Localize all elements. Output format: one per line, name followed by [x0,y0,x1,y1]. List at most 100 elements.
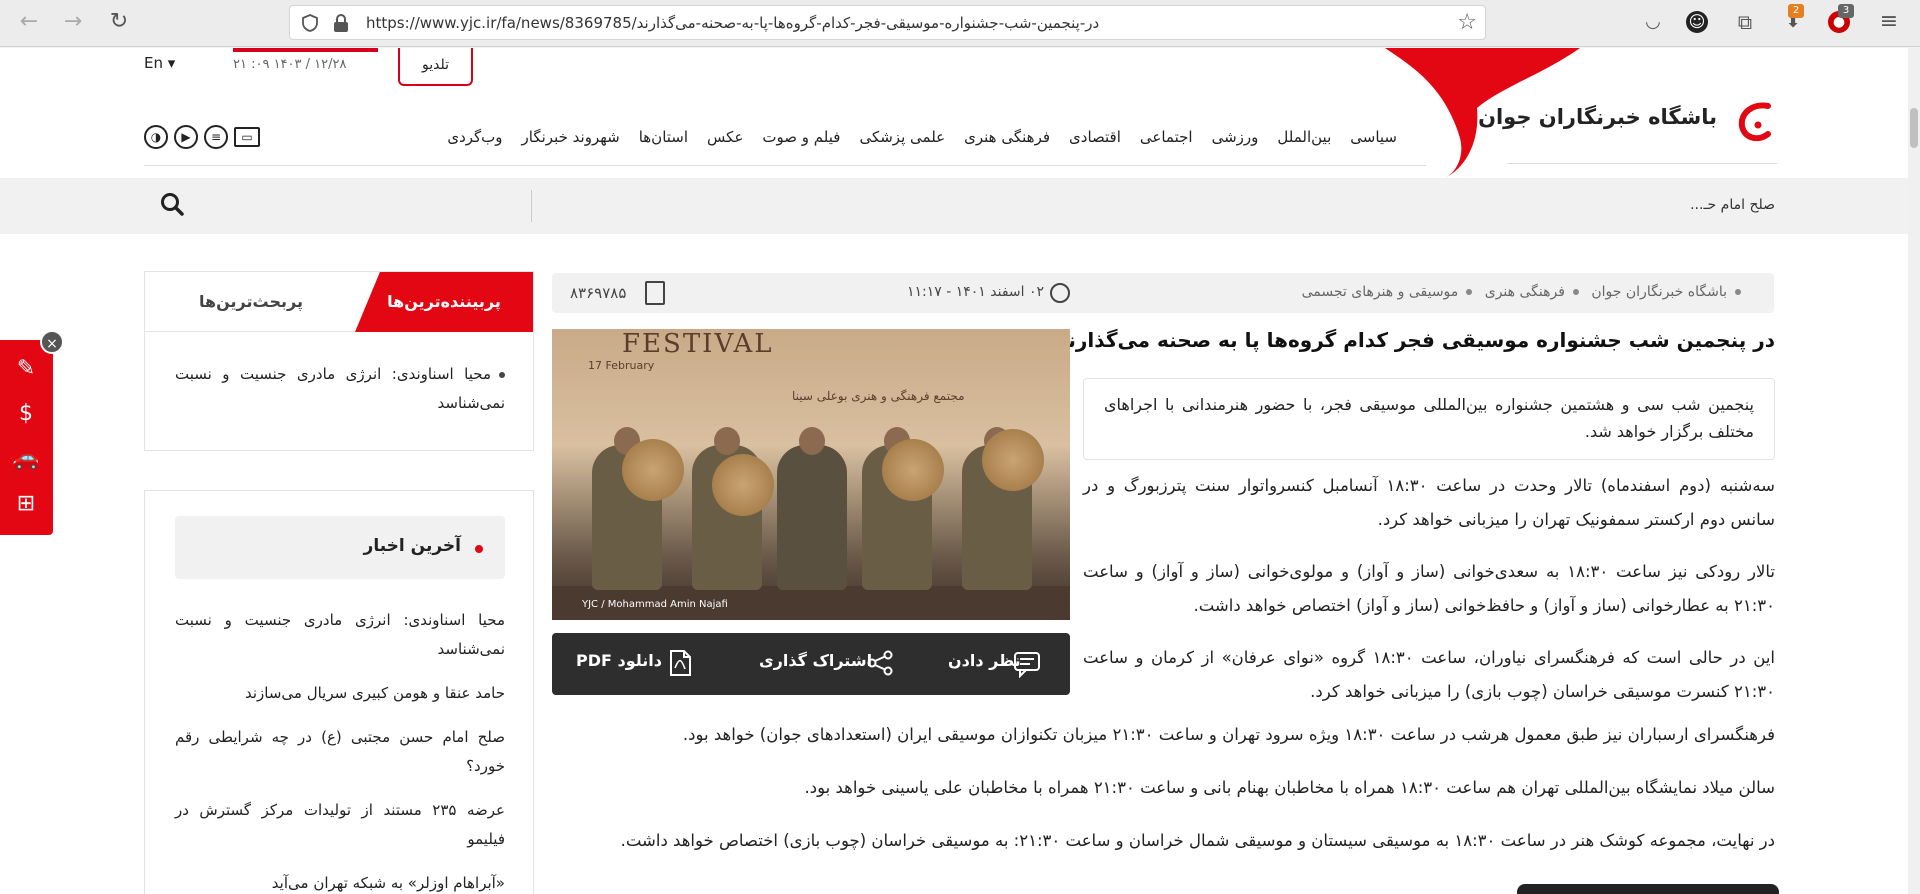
article-lead: پنجمین شب سی و هشتمین جشنواره بین‌المللی… [1083,378,1775,460]
pen-icon[interactable]: ✎ [12,355,40,383]
breadcrumb-item[interactable]: باشگاه خبرنگاران جوان [1591,284,1727,300]
photo-date-text: 17 February [588,359,655,372]
nav-item[interactable]: شهروند خبرنگار [522,128,620,146]
nav-item[interactable]: وب‌گردی [447,128,502,146]
article-paragraph: فرهنگسرای ارسباران نیز طبق معمول هرشب در… [682,725,1775,744]
nav-item[interactable]: علمی پزشکی [859,128,945,146]
back-icon[interactable]: ← [16,9,42,35]
menu-list-icon[interactable]: ≡ [204,125,228,149]
document-icon [645,281,665,305]
floating-bottom-button[interactable] [1517,884,1779,894]
search-icon[interactable] [159,191,185,217]
list-item[interactable]: عرضه ۲۳۵ مستند از تولیدات مرکز گسترش در … [175,796,505,854]
play-icon[interactable]: ▶ [174,125,198,149]
main-nav: وب‌گردی شهروند خبرنگار استان‌ها عکس فیلم… [428,128,1397,146]
lock-icon[interactable] [332,13,350,33]
tab-most-discussed[interactable]: پربحث‌ترین‌ها [145,272,357,332]
teledio-tab[interactable]: تلدیو [398,48,473,86]
date-strip [233,48,378,52]
shield-icon[interactable] [300,13,320,33]
bookmark-star-icon[interactable]: ☆ [1457,10,1477,35]
reload-icon[interactable]: ↻ [106,9,132,35]
nav-item[interactable]: فیلم و صوت [762,128,840,146]
photo-festival-text: FESTIVAL [622,329,774,359]
url-text[interactable]: https://www.yjc.ir/fa/news/8369785/در-پن… [366,14,1099,32]
logo-underline [1507,163,1777,164]
article-action-bar: نظر دادن اشتراک گذاری دانلود PDF [552,633,1070,695]
bullet [499,371,505,378]
extension-avatar-icon[interactable]: ☺ [1686,11,1708,33]
pdf-download-button[interactable]: دانلود PDF [576,651,662,670]
extension-badge-2: 3 [1838,4,1854,18]
news-ticker[interactable]: صلح امام حـ... [1690,197,1775,213]
breadcrumb-item[interactable]: موسیقی و هنرهای تجسمی [1302,284,1459,300]
list-item[interactable]: صلح امام حسن مجتبی (ع) در چه شرایطی رقم … [175,723,505,781]
clock-icon [1050,283,1070,303]
pdf-icon[interactable] [665,648,695,678]
hamburger-menu-icon[interactable]: ≡ [1876,9,1902,35]
current-datetime: ۲۱ :۰۹ ۱۴۰۳ / ۱۲/۲۸ [233,57,347,72]
header-icon-group: ◑ ▶ ≡ ▭ [144,125,260,149]
article-meta-bar: باشگاه خبرنگاران جوان فرهنگی هنری موسیقی… [552,273,1774,313]
list-item[interactable]: محیا اسناوندی: انرژی مادری جنسیت و نسبت … [175,360,505,418]
latest-news-box: آخرین اخبار محیا اسناوندی: انرژی مادری ج… [144,490,534,894]
nav-item[interactable]: بین‌الملل [1277,128,1331,146]
extensions-puzzle-icon[interactable]: ⧉ [1732,9,1758,35]
floating-toolbar: ✎ $ 🚗 ⊞ [0,340,53,535]
pocket-icon[interactable]: ◡ [1640,9,1666,35]
list-item-text[interactable]: محیا اسناوندی: انرژی مادری جنسیت و نسبت … [175,365,505,412]
page-scrollbar[interactable] [1908,48,1920,894]
share-button[interactable]: اشتراک گذاری [759,651,872,670]
news-id: ۸۳۶۹۷۸۵ [570,284,627,302]
article-photo[interactable]: FESTIVAL 17 February مجتمع فرهنگی و هنری… [552,329,1070,620]
latest-news-list: محیا اسناوندی: انرژی مادری جنسیت و نسبت … [175,606,505,894]
article-title: در پنجمین شب جشنواره موسیقی فجر کدام گرو… [1045,328,1775,352]
photo-drum [622,439,684,501]
article-paragraph: سه‌شنبه (دوم اسفندماه) تالار وحدت در ساع… [1083,476,1775,529]
nav-item[interactable]: استان‌ها [639,128,688,146]
list-item[interactable]: محیا اسناوندی: انرژی مادری جنسیت و نسبت … [175,606,505,664]
forward-icon[interactable]: → [60,9,86,35]
nav-item[interactable]: ورزشی [1212,128,1259,146]
language-switch[interactable]: En ▾ [144,54,175,72]
nav-item[interactable]: فرهنگی هنری [964,128,1050,146]
most-viewed-box: پربحث‌ترین‌ها پربیننده‌ترین‌ها محیا اسنا… [144,271,534,451]
photo-drum [712,454,774,516]
site-header: باشگاه خبرنگاران جوان En ▾ ۲۱ :۰۹ ۱۴۰۳ /… [0,48,1920,178]
logo-mark-icon[interactable] [1728,98,1778,148]
tab-most-viewed[interactable]: پربیننده‌ترین‌ها [355,272,533,332]
nav-item[interactable]: عکس [707,128,743,146]
latest-news-title: آخرین اخبار [363,536,461,556]
site-name[interactable]: باشگاه خبرنگاران جوان [1478,105,1717,129]
article-paragraph: در نهایت، مجموعه کوشک هنر در ساعت ۱۸:۳۰ … [620,831,1775,850]
ticker-bar: صلح امام حـ... [0,178,1920,234]
nav-item[interactable]: اقتصادی [1069,128,1121,146]
ticker-separator [531,190,532,222]
breadcrumb: باشگاه خبرنگاران جوان فرهنگی هنری موسیقی… [1302,284,1749,300]
tv-icon[interactable]: ▭ [234,127,260,147]
car-icon[interactable]: 🚗 [12,445,40,473]
article-paragraph: سالن میلاد نمایشگاه بین‌المللی تهران هم … [804,778,1775,797]
extension-badge: 2 [1788,4,1804,18]
gallery-icon[interactable]: ◑ [144,125,168,149]
nav-divider [144,165,1426,166]
money-bag-icon[interactable]: $ [12,400,40,428]
breadcrumb-item[interactable]: فرهنگی هنری [1485,284,1565,300]
list-item[interactable]: حامد عنقا و هومن کبیری سریال می‌سازند [175,679,505,708]
nav-item[interactable]: سیاسی [1350,128,1397,146]
browser-toolbar: ← → ↻ https://www.yjc.ir/fa/news/8369785… [0,0,1920,47]
basket-icon[interactable]: ⊞ [12,490,40,518]
web-page: باشگاه خبرنگاران جوان En ▾ ۲۱ :۰۹ ۱۴۰۳ /… [0,48,1920,894]
article-paragraph: این در حالی است که فرهنگسرای نیاوران، سا… [1083,648,1775,701]
photo-drum [882,439,944,501]
scrollbar-thumb[interactable] [1910,108,1918,148]
article-paragraph: تالار رودکی نیز ساعت ۱۸:۳۰ به سعدی‌خوانی… [1083,562,1775,615]
comment-button[interactable]: نظر دادن [948,651,1021,670]
publish-date: ۰۲ اسفند ۱۴۰۱ - ۱۱:۱۷ [907,284,1045,300]
address-bar[interactable]: https://www.yjc.ir/fa/news/8369785/در-پن… [289,5,1486,40]
red-dot-icon [475,545,483,553]
list-item[interactable]: «آبراهام اوزلر» به شبکه تهران می‌آید [175,869,505,894]
photo-musician [777,427,847,590]
close-icon[interactable]: × [40,330,64,354]
nav-item[interactable]: اجتماعی [1140,128,1193,146]
